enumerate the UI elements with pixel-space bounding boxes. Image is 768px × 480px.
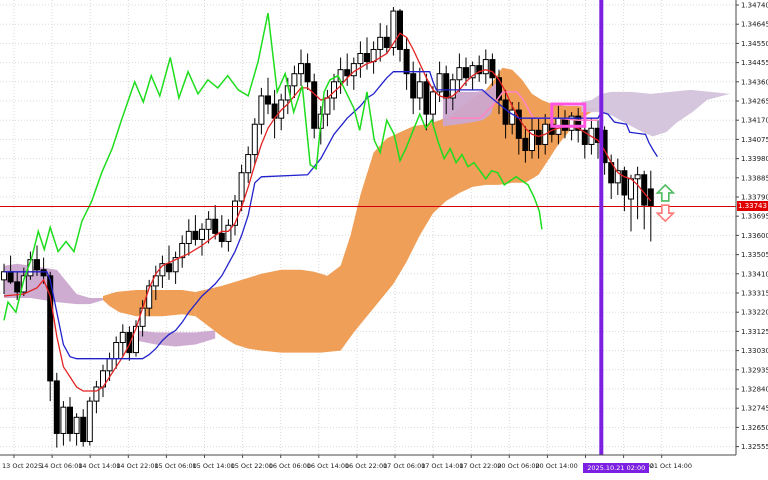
price-tick-label: 1.34645 xyxy=(741,21,768,29)
price-tick-label: 1.34265 xyxy=(741,97,768,105)
price-tick-label: 1.34360 xyxy=(741,78,768,86)
time-tick-label: 14 Oct 14:00 xyxy=(78,462,120,470)
price-tick-label: 1.33030 xyxy=(741,347,768,355)
price-tick-label: 1.33220 xyxy=(741,309,768,317)
time-tick-label: 15 Oct 22:00 xyxy=(231,462,273,470)
time-axis[interactable]: 13 Oct 202514 Oct 06:0014 Oct 14:0014 Oc… xyxy=(0,455,768,480)
price-tick-label: 1.33885 xyxy=(741,174,768,182)
price-tick-label: 1.33980 xyxy=(741,155,768,163)
price-tick-label: 1.34455 xyxy=(741,59,768,67)
time-tick-label: 16 Oct 22:00 xyxy=(345,462,387,470)
time-tick-label: 20 Oct 14:00 xyxy=(535,462,577,470)
time-tick-label: 15 Oct 14:00 xyxy=(193,462,235,470)
chart-canvas[interactable]: 1.34740 1.34645 1.34550 1.34455 1.34360 1.342… xyxy=(0,0,768,480)
price-tick-label: 1.32745 xyxy=(741,405,768,413)
time-tick-label: 14 Oct 06:00 xyxy=(40,462,82,470)
price-tick-label: 1.33600 xyxy=(741,232,768,240)
vline-time-badge: 2025.10.21 02:00 xyxy=(583,463,649,473)
current-price-badge: 1.33743 xyxy=(737,201,768,211)
price-tick-label: 1.32650 xyxy=(741,424,768,432)
price-tick-label: 1.34550 xyxy=(741,40,768,48)
time-tick-label: 21 Oct 14:00 xyxy=(650,462,692,470)
price-tick-label: 1.32555 xyxy=(741,443,768,451)
price-tick-label: 1.33315 xyxy=(741,289,768,297)
price-tick-label: 1.33505 xyxy=(741,251,768,259)
time-tick-label: 16 Oct 14:00 xyxy=(307,462,349,470)
price-tick-label: 1.33695 xyxy=(741,213,768,221)
time-tick-label: 15 Oct 06:00 xyxy=(154,462,196,470)
chart-window: 1.34740 1.34645 1.34550 1.34455 1.34360 1.342… xyxy=(0,0,768,480)
time-tick-label: 14 Oct 22:00 xyxy=(116,462,158,470)
time-tick-label: 17 Oct 22:00 xyxy=(459,462,501,470)
time-tick-label: 16 Oct 06:00 xyxy=(269,462,311,470)
time-tick-label: 17 Oct 06:00 xyxy=(383,462,425,470)
price-tick-label: 1.33125 xyxy=(741,328,768,336)
time-tick-label: 13 Oct 2025 xyxy=(2,462,42,470)
price-tick-label: 1.33790 xyxy=(741,193,768,201)
time-tick-label: 20 Oct 06:00 xyxy=(497,462,539,470)
price-tick-label: 1.32935 xyxy=(741,366,768,374)
price-tick-label: 1.34075 xyxy=(741,136,768,144)
price-tick-label: 1.32840 xyxy=(741,385,768,393)
price-tick-label: 1.34170 xyxy=(741,117,768,125)
price-tick-label: 1.33410 xyxy=(741,270,768,278)
time-tick-label: 17 Oct 14:00 xyxy=(421,462,463,470)
price-axis[interactable]: 1.34740 1.34645 1.34550 1.34455 1.34360 1.342… xyxy=(736,0,768,480)
price-tick-label: 1.34740 xyxy=(741,2,768,10)
